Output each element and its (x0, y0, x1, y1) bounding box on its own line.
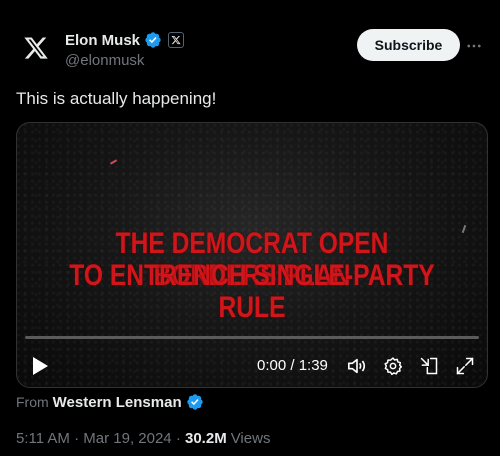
fullscreen-icon[interactable] (455, 356, 475, 376)
video-player[interactable]: THE DEMOCRAT OPEN BORDERS PLAN TO ENTREN… (16, 122, 488, 388)
tweet-card: Elon Musk @elonmusk Subscribe This is ac… (0, 0, 500, 456)
tweet-time[interactable]: 5:11 AM (16, 430, 70, 447)
subscribe-button[interactable]: Subscribe (357, 29, 460, 61)
tweet-meta: 5:11 AM · Mar 19, 2024 · 30.2M Views (16, 430, 270, 447)
x-logo-icon (24, 37, 48, 59)
more-dots-icon[interactable] (464, 36, 484, 56)
video-progress-bar[interactable] (25, 336, 479, 339)
video-time: 0:00 / 1:39 (257, 357, 328, 374)
verified-badge-icon (186, 393, 204, 411)
meta-separator: · (69, 430, 84, 447)
play-icon[interactable] (31, 356, 51, 376)
volume-icon[interactable] (347, 356, 367, 376)
avatar[interactable] (16, 28, 56, 68)
author-handle[interactable]: @elonmusk (65, 52, 144, 69)
video-headline-line2: TO ENTRENCH SINGLE-PARTY RULE (69, 259, 435, 324)
pip-icon[interactable] (419, 356, 439, 376)
tweet-date[interactable]: Mar 19, 2024 (83, 430, 171, 447)
views-label: Views (230, 430, 271, 447)
video-controls: 0:00 / 1:39 (17, 351, 487, 381)
meta-separator: · (171, 430, 185, 447)
author-display-name[interactable]: Elon Musk (65, 32, 140, 49)
verified-badge-icon[interactable] (144, 31, 162, 49)
source-name-link[interactable]: Western Lensman (53, 394, 182, 411)
author-name-row: Elon Musk (65, 31, 185, 49)
views-count: 30.2M (185, 430, 227, 447)
video-source-row: From Western Lensman (16, 393, 204, 411)
settings-icon[interactable] (383, 356, 403, 376)
tweet-text: This is actually happening! (16, 89, 217, 108)
from-label: From (16, 394, 49, 410)
x-affiliate-badge-icon[interactable] (168, 32, 185, 48)
